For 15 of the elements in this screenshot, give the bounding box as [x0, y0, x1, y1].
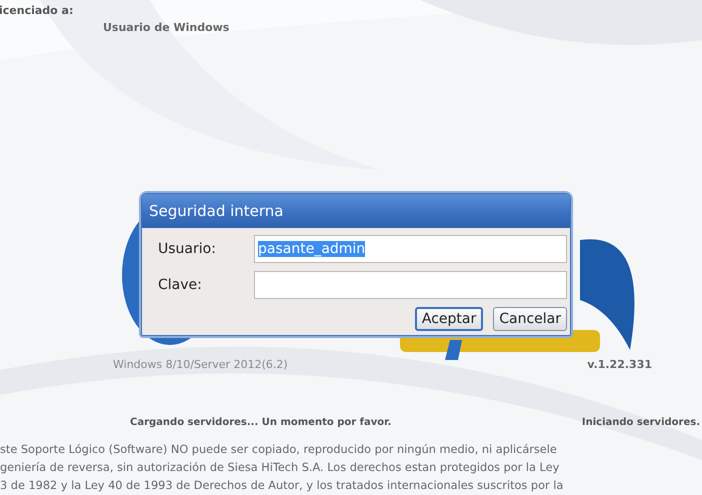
dialog-button[interactable]: Aceptar	[414, 307, 484, 331]
dialog-button[interactable]: Cancelar	[493, 307, 567, 331]
server-status: Iniciando servidores.	[582, 417, 700, 428]
app-version-text: v.1.22.331	[587, 358, 652, 371]
dialog-title: Seguridad interna	[149, 202, 284, 220]
legal-notice-line: 3 de 1982 y la Ley 40 de 1993 de Derechos de Autor, y los tratados internacionales suscritos por la	[0, 478, 564, 494]
legal-notice-line: ste Soporte Lógico (Software) NO puede ser copiado, reproducido por ningún medio, ni aplicársele	[0, 442, 557, 458]
legal-notice-line: geniería de reversa, sin autorización de Siesa HiTech S.A. Los derechos estan protegidos por la Ley	[0, 460, 560, 476]
field-label: Clave:	[158, 277, 203, 293]
os-version-text: Windows 8/10/Server 2012(6.2)	[113, 358, 288, 371]
license-user: Usuario de Windows	[103, 21, 230, 34]
input-field[interactable]	[254, 271, 567, 299]
license-label: icenciado a:	[0, 4, 74, 17]
loading-status: Cargando servidores... Un momento por favor.	[130, 417, 392, 428]
field-label: Usuario:	[158, 241, 217, 257]
